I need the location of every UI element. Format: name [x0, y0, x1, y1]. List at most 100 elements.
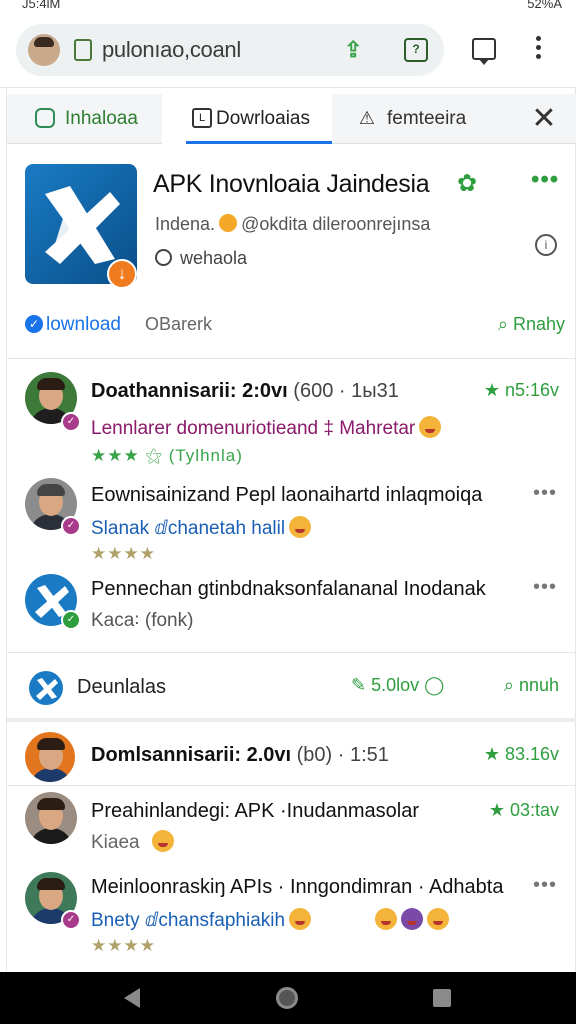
comment-icon: ◯ [424, 675, 445, 695]
recents-icon[interactable] [433, 989, 451, 1007]
tab-bar: Inhaloaa L Dowrloaias ⚠ femteeira ✕ [7, 94, 576, 144]
item-title: Meinloonraskiŋ APIs · Inngondimran · Adh… [91, 876, 504, 898]
list-item[interactable]: Domlsannisarii: 2.0vı (b0) · 1:51 ★ 83.1… [7, 728, 576, 783]
action-row: ✓ lownload OBarerk ⌕ Rnahy [25, 314, 565, 344]
list-item[interactable]: ✓ Doathannisarii: 2:0vı (600 · 1ы31 ★ n5… [7, 368, 576, 468]
home-icon[interactable] [276, 987, 298, 1009]
item-title-text: Doathannisarii: 2:0vı [91, 380, 288, 402]
item-subtitle: Bnety ⅆchansfaphiakih [91, 908, 450, 932]
list-item[interactable]: ✓ Pennechan gtinbdnaksonfalananal Inodan… [7, 568, 576, 648]
item-title-text: Domlsannisarii: 2.0vı [91, 744, 292, 766]
check-icon: ✓ [25, 315, 43, 333]
app-website[interactable]: wehaola [155, 248, 247, 269]
info-icon[interactable]: i [535, 234, 557, 256]
developer-name: Indena. [155, 214, 216, 234]
app-header: ↓ APK Inovnloaia Jaindesia ✿ ••• Indena.… [7, 144, 576, 359]
emoji-icon [401, 908, 424, 930]
profile-avatar[interactable] [28, 34, 60, 66]
list-item[interactable]: ✓ Meinloonraskiŋ APIs · Inngondimran · A… [7, 868, 576, 968]
emoji-icon [151, 830, 174, 852]
item-time: ★ 03:tav [488, 800, 559, 820]
item-subtitle-text: Kiaea [91, 832, 140, 853]
system-nav-bar [0, 972, 576, 1024]
item-subtitle: Lennlarer domenuriotieand ‡ Mahretar [91, 416, 442, 440]
emoji-icon [289, 516, 312, 538]
item-subtitle-text: Lennlarer domenuriotieand ‡ Mahretar [91, 418, 416, 439]
download-badge-icon: ↓ [107, 259, 137, 289]
list-icon: L [192, 108, 212, 128]
item-meta: (b0) · 1:51 [296, 744, 389, 766]
status-badge: ✓ [61, 412, 81, 432]
tab-downloads[interactable]: L Dowrloaias [162, 94, 332, 144]
status-time: J5:4lM [22, 0, 61, 11]
avatar [25, 792, 77, 844]
status-bar: J5:4lM 52%A [0, 0, 576, 14]
item-subtitle: Kaca꞉ (fonk) [91, 610, 194, 631]
verified-icon: ✿ [457, 170, 478, 197]
downloads-stat[interactable]: ✎ 5.0lov ◯ [351, 675, 444, 696]
item-title: Doathannisarii: 2:0vı (600 · 1ы31 [91, 380, 399, 403]
list-item[interactable]: ✓ Eownisainizand Pepl laonaihartd inlaqm… [7, 476, 576, 571]
rank-button[interactable]: ⌕ Rnahy [498, 314, 565, 335]
emoji-icon [219, 214, 238, 232]
rank-label: nnuh [518, 675, 559, 695]
status-badge: ✓ [61, 910, 81, 930]
downloads-bar[interactable]: Deunlalas ✎ 5.0lov ◯ ⌕ nnuh [7, 652, 576, 722]
item-title: Preahinlandegi: APK ·Inudanmasolar [91, 800, 419, 822]
website-label: wehaola [180, 248, 248, 268]
page-action-icon[interactable]: ? [404, 38, 428, 62]
item-meta: (600 · 1ы31 [293, 380, 399, 402]
app-logo-small [29, 671, 63, 705]
url-text[interactable]: pulonıao,coanl [102, 37, 241, 63]
app-card: Inhaloaa L Dowrloaias ⚠ femteeira ✕ ↓ AP… [6, 88, 576, 972]
divider [7, 785, 576, 786]
rating-stars: ★★★ ⚝ (Tylhnla) [91, 446, 243, 465]
status-badge: ✓ [61, 516, 81, 536]
item-subtitle-text: Bnety ⅆchansfaphiakih [91, 910, 286, 931]
rank-button[interactable]: ⌕ nnuh [504, 675, 559, 696]
item-subtitle-text: Slanak ⅆchanetah halil [91, 518, 286, 539]
more-options-icon[interactable]: ••• [531, 166, 559, 194]
rank-label: Rnahy [512, 314, 565, 334]
item-title: Domlsannisarii: 2.0vı (b0) · 1:51 [91, 744, 389, 767]
tab-label: Inhaloaa [65, 108, 138, 129]
stat-value: 5.0lov [371, 675, 420, 695]
more-options-icon[interactable]: ••• [533, 874, 557, 897]
rating-stars: ★★★★ [91, 936, 156, 955]
download-label: lownload [46, 314, 121, 335]
globe-icon [155, 249, 172, 266]
share-icon[interactable]: ⇪ [344, 38, 370, 62]
browser-menu-icon[interactable] [534, 36, 542, 62]
more-options-icon[interactable]: ••• [533, 482, 557, 505]
developer-handle: @okdita dileroonrejınsa [241, 214, 431, 234]
app-subtitle: Indena. @okdita dileroonrejınsa [155, 214, 430, 235]
avatar [25, 732, 75, 782]
verified-badge: ✓ [61, 610, 81, 630]
download-button[interactable]: ✓ lownload [25, 314, 121, 336]
page-info-icon[interactable] [74, 39, 92, 61]
more-options-icon[interactable]: ••• [533, 576, 557, 599]
item-title: Pennechan gtinbdnaksonfalananal Inodanak [91, 578, 486, 600]
list-item[interactable]: Preahinlandegi: APK ·Inudanmasolar ★ 03:… [7, 788, 576, 873]
emoji-icon [375, 908, 398, 930]
rating-stars: ★★★★ [91, 544, 156, 563]
app-title: APK Inovnloaia Jaindesia [153, 170, 430, 198]
address-bar[interactable]: pulonıao,coanl ⇪ ? [16, 24, 444, 76]
back-icon[interactable] [124, 988, 140, 1008]
home-tab-icon [35, 108, 55, 128]
emoji-icon [427, 908, 450, 930]
close-icon[interactable]: ✕ [527, 102, 561, 136]
tab-switcher-icon[interactable] [472, 38, 496, 65]
item-time: ★ n5:16v [483, 380, 559, 400]
emoji-icon [419, 416, 442, 438]
browser-toolbar: pulonıao,coanl ⇪ ? [0, 14, 576, 88]
emoji-icon [289, 908, 312, 930]
status-battery: 52%A [527, 0, 562, 11]
bar-button[interactable]: OBarerk [145, 314, 212, 335]
item-time: ★ 83.16v [483, 744, 559, 764]
downloads-label: Deunlalas [77, 676, 166, 698]
tab-femteeira[interactable]: ⚠ femteeira [357, 94, 517, 144]
item-title: Eownisainizand Pepl laonaihartd inlaqmoi… [91, 484, 483, 506]
item-subtitle: Kiaea [91, 830, 174, 854]
tab-label: Dowrloaias [216, 108, 310, 129]
